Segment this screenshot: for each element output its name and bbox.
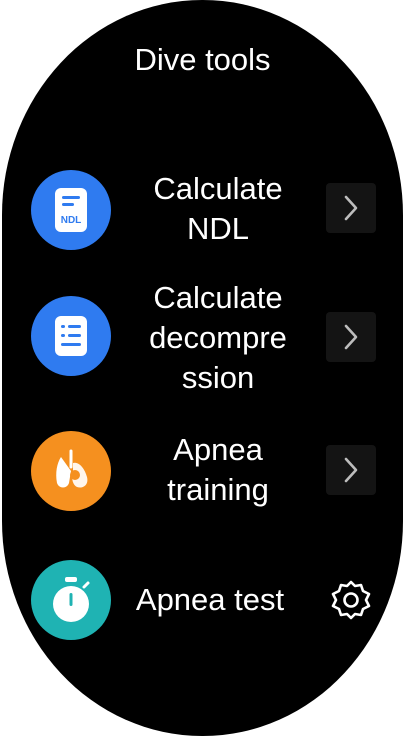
watch-screen: Dive tools NDL Calculate NDL Calculate d…: [2, 0, 403, 736]
label-line: Calculate: [153, 280, 283, 315]
label-line: Apnea: [173, 432, 263, 467]
ndl-document-icon: NDL: [31, 170, 111, 250]
page-title: Dive tools: [134, 42, 271, 77]
menu-item-label: Calculate decompre ssion: [130, 278, 306, 398]
chevron-right-icon[interactable]: [326, 312, 376, 362]
menu-item-label: Apnea training: [130, 430, 306, 510]
label-line: ssion: [181, 360, 255, 395]
menu-item-label: Calculate NDL: [130, 169, 306, 249]
menu-item-apnea-training[interactable]: Apnea training: [2, 428, 403, 518]
chevron-right-icon[interactable]: [326, 183, 376, 233]
menu-item-label: Apnea test: [120, 580, 300, 620]
menu-item-calculate-decompression[interactable]: Calculate decompre ssion: [2, 278, 403, 403]
label-line: decompre: [149, 320, 287, 355]
label-line: training: [167, 472, 269, 507]
stopwatch-icon: [31, 560, 111, 640]
label-line: Apnea test: [135, 582, 285, 617]
menu-item-calculate-ndl[interactable]: NDL Calculate NDL: [2, 165, 403, 255]
label-line: NDL: [186, 211, 249, 246]
ndl-icon-text: NDL: [61, 215, 82, 226]
gear-icon[interactable]: [328, 577, 374, 623]
chevron-right-icon[interactable]: [326, 445, 376, 495]
label-line: Calculate: [153, 171, 283, 206]
apnea-lungs-icon: [31, 431, 111, 511]
decompression-list-icon: [31, 296, 111, 376]
menu-item-apnea-test[interactable]: Apnea test: [2, 560, 403, 640]
